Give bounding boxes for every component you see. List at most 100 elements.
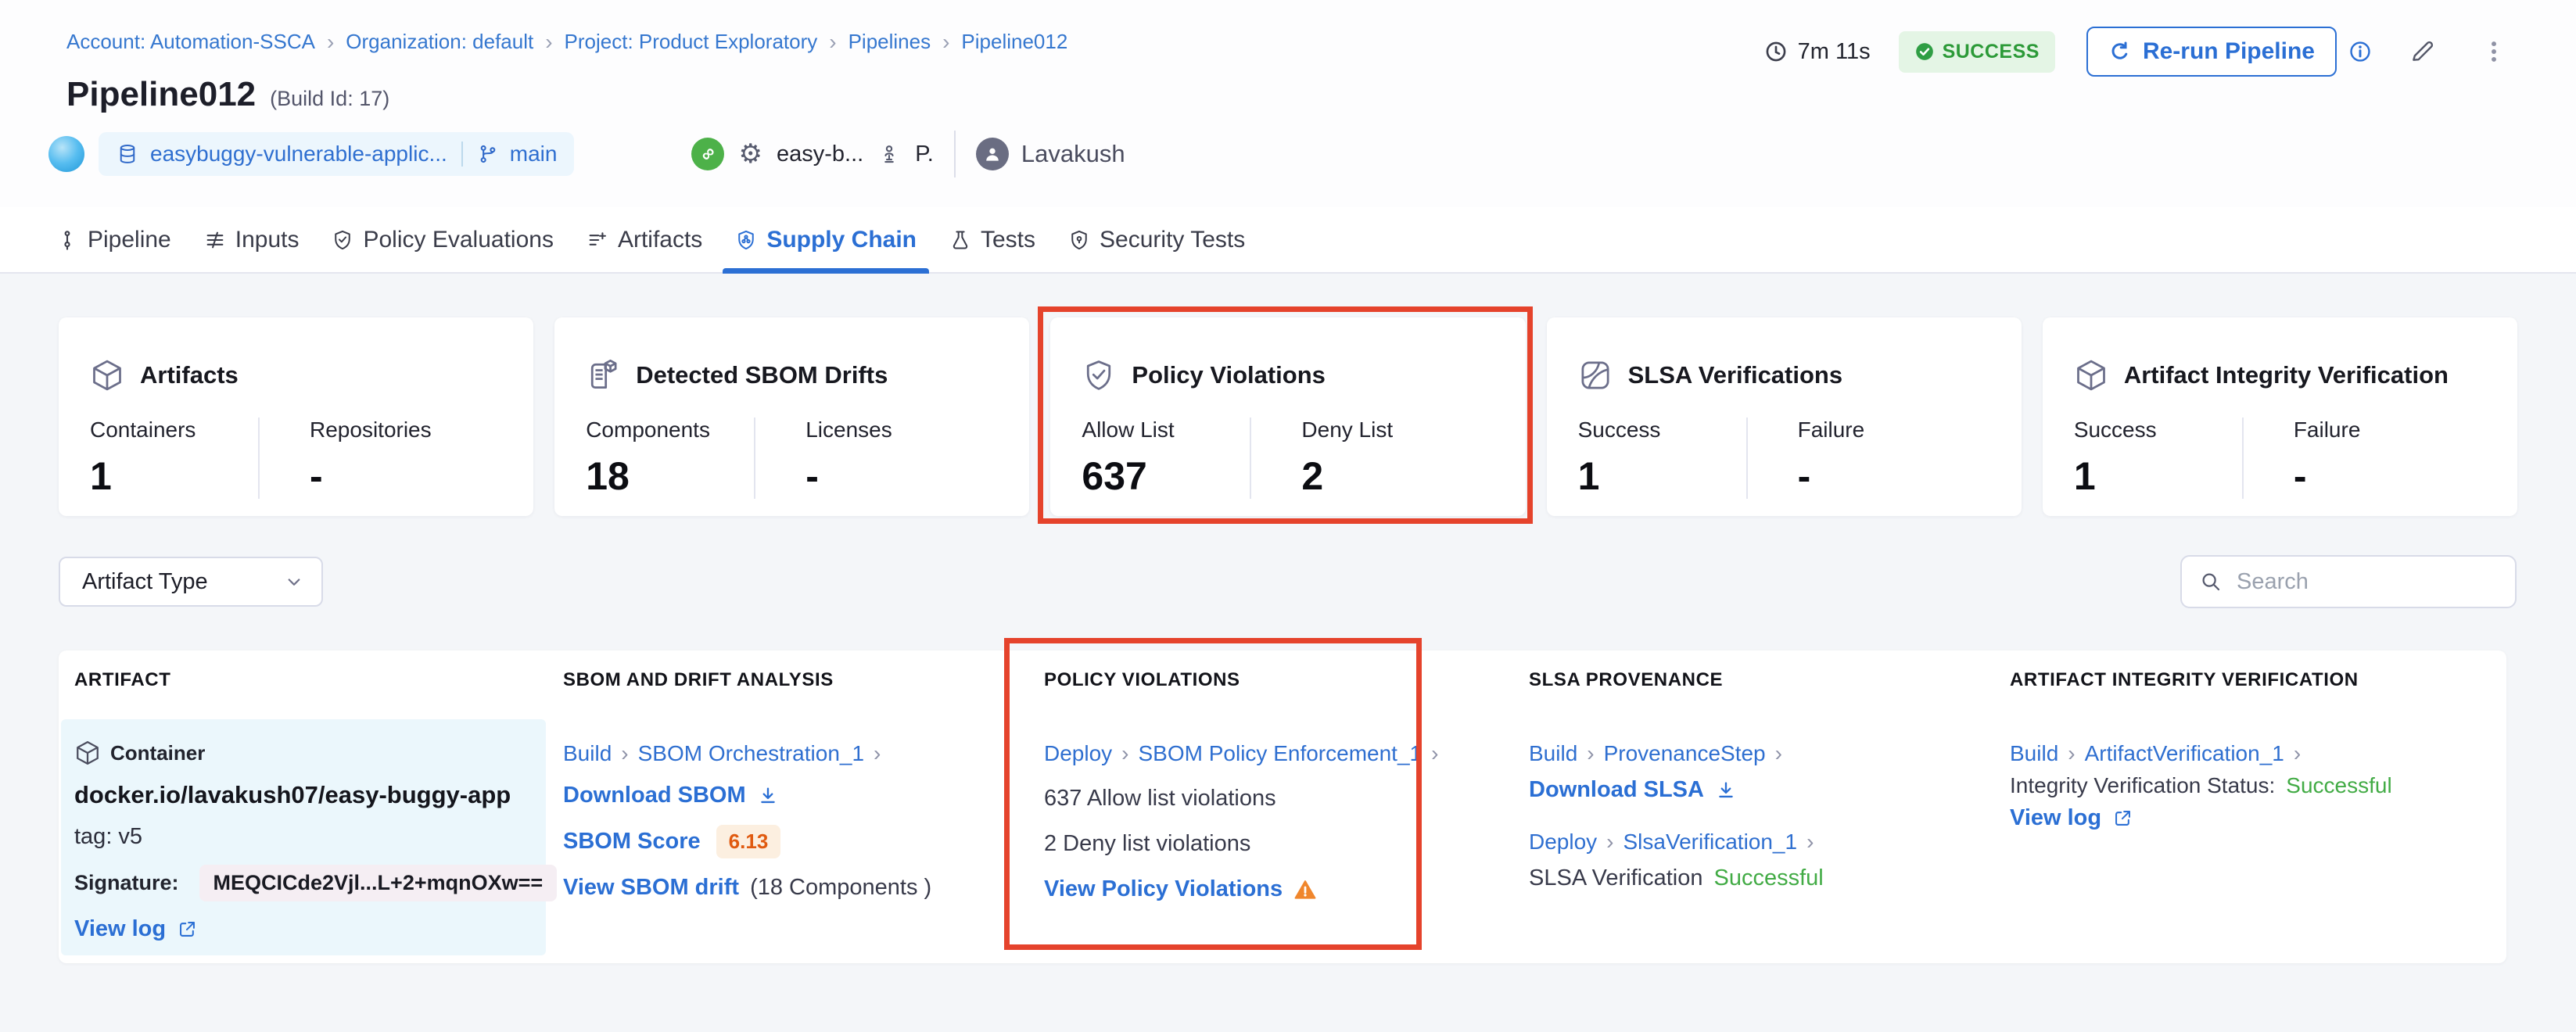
view-log-link[interactable]: View log — [74, 916, 166, 942]
pipeline-icon — [56, 229, 78, 251]
breadcrumb-separator: › — [327, 32, 334, 52]
stage-link-deploy[interactable]: Deploy — [1044, 741, 1112, 766]
stage-link-build[interactable]: Build — [2010, 741, 2058, 766]
user-name: Lavakush — [1021, 140, 1125, 168]
gear-icon: ⚙ — [738, 141, 762, 167]
view-log-link[interactable]: View log — [2010, 805, 2101, 831]
stat-label: Success — [1578, 417, 1746, 443]
stat-value: - — [2294, 453, 2361, 499]
cube-icon — [90, 358, 124, 392]
trigger-name[interactable]: easy-b... — [777, 142, 863, 167]
tab-pipeline[interactable]: Pipeline — [56, 207, 171, 272]
trigger-abbrev: P. — [915, 142, 934, 167]
external-link-icon — [2112, 808, 2133, 829]
stat-label: Licenses — [805, 417, 892, 443]
sbom-document-icon — [586, 358, 620, 392]
branch-name[interactable]: main — [510, 142, 558, 167]
chevron-separator: › — [1587, 741, 1594, 766]
tab-label: Pipeline — [88, 227, 171, 253]
status-badge: SUCCESS — [1899, 31, 2055, 73]
integrity-cell: Build › ArtifactVerification_1 › Integri… — [2010, 741, 2392, 831]
download-slsa-link[interactable]: Download SLSA — [1529, 777, 1704, 803]
stage-link-deploy[interactable]: Deploy — [1529, 830, 1597, 855]
download-icon — [757, 785, 779, 807]
tab-bar: Pipeline Inputs Policy Evaluations Artif… — [0, 207, 2576, 274]
tab-inputs[interactable]: Inputs — [204, 207, 300, 272]
column-header-policy-violations: POLICY VIOLATIONS — [1044, 669, 1240, 691]
step-link-sbom-orchestration[interactable]: SBOM Orchestration_1 — [638, 741, 864, 766]
card-artifacts: Artifacts Containers 1 Repositories - — [59, 317, 533, 516]
sbom-score-link[interactable]: SBOM Score — [563, 829, 701, 855]
view-policy-violations-link[interactable]: View Policy Violations — [1044, 876, 1283, 902]
tab-policy-evaluations[interactable]: Policy Evaluations — [332, 207, 553, 272]
step-link-provenance[interactable]: ProvenanceStep — [1604, 741, 1766, 766]
sbom-score-badge: 6.13 — [716, 825, 781, 858]
artifact-type-dropdown[interactable]: Artifact Type — [59, 557, 323, 607]
user-avatar — [976, 138, 1009, 170]
breadcrumb-organization[interactable]: Organization: default — [346, 30, 533, 54]
download-sbom-link[interactable]: Download SBOM — [563, 783, 746, 808]
build-id: (Build Id: 17) — [270, 87, 389, 111]
signature-value[interactable]: MEQCICde2Vjl...L+2+mqnOXw== — [199, 865, 558, 901]
breadcrumb-project[interactable]: Project: Product Exploratory — [565, 30, 818, 54]
step-link-slsa-verification[interactable]: SlsaVerification_1 — [1623, 830, 1798, 855]
slsa-status-value: Successful — [1713, 865, 1823, 891]
card-sbom-drifts: Detected SBOM Drifts Components 18 Licen… — [554, 317, 1029, 516]
chevron-separator: › — [2068, 741, 2075, 766]
stage-link-build[interactable]: Build — [563, 741, 612, 766]
chevron-separator: › — [874, 741, 881, 766]
repo-branch-pill[interactable]: easybuggy-vulnerable-applic... main — [99, 132, 574, 176]
edit-pencil-icon[interactable] — [2409, 38, 2435, 65]
sbom-cell: Build › SBOM Orchestration_1 › Download … — [563, 741, 931, 901]
artifacts-list-icon — [587, 229, 608, 251]
stat-value: - — [1798, 453, 1865, 499]
stat-label: Success — [2074, 417, 2242, 443]
step-link-artifact-verification[interactable]: ArtifactVerification_1 — [2085, 741, 2284, 766]
download-icon — [1715, 779, 1737, 801]
container-cube-icon — [74, 740, 101, 766]
search-box[interactable] — [2180, 555, 2517, 608]
tab-security-tests[interactable]: Security Tests — [1068, 207, 1245, 272]
trigger-user-icon — [877, 142, 901, 166]
tab-artifacts[interactable]: Artifacts — [587, 207, 702, 272]
info-icon[interactable] — [2348, 39, 2373, 64]
view-sbom-drift-link[interactable]: View SBOM drift — [563, 875, 739, 901]
stat-value: 637 — [1082, 453, 1250, 499]
more-options-kebab-icon[interactable] — [2481, 38, 2507, 65]
card-title: SLSA Verifications — [1628, 361, 1843, 389]
search-input[interactable] — [2237, 569, 2531, 595]
artifact-type-badge: Container — [110, 741, 205, 765]
tab-supply-chain[interactable]: Supply Chain — [735, 207, 917, 272]
repo-name[interactable]: easybuggy-vulnerable-applic... — [150, 142, 447, 167]
breadcrumb-pipelines[interactable]: Pipelines — [849, 30, 931, 54]
stat-label: Repositories — [310, 417, 432, 443]
stat-label: Allow List — [1082, 417, 1250, 443]
supply-chain-icon — [735, 229, 757, 251]
rerun-label: Re-run Pipeline — [2143, 38, 2315, 65]
cube-icon — [2074, 358, 2108, 392]
column-header-sbom: SBOM AND DRIFT ANALYSIS — [563, 669, 834, 691]
stat-label: Failure — [2294, 417, 2361, 443]
breadcrumb-separator: › — [942, 32, 949, 52]
shield-check-icon — [1082, 358, 1116, 392]
breadcrumb-pipeline012[interactable]: Pipeline012 — [961, 30, 1067, 54]
rerun-pipeline-button[interactable]: Re-run Pipeline — [2086, 27, 2337, 77]
allow-list-violations: 637 Allow list violations — [1044, 786, 1438, 812]
card-title: Artifacts — [140, 361, 239, 389]
step-link-policy-enforcement[interactable]: SBOM Policy Enforcement_1 — [1139, 741, 1423, 766]
card-title: Detected SBOM Drifts — [636, 361, 888, 389]
breadcrumb: Account: Automation-SSCA › Organization:… — [66, 30, 1067, 54]
artifact-type-label: Artifact Type — [82, 569, 208, 595]
tab-label: Artifacts — [618, 227, 702, 253]
breadcrumb-account[interactable]: Account: Automation-SSCA — [66, 30, 315, 54]
stage-link-build[interactable]: Build — [1529, 741, 1577, 766]
inputs-icon — [204, 229, 226, 251]
breadcrumb-separator: › — [829, 32, 836, 52]
stat-value: 1 — [2074, 453, 2242, 499]
tab-tests[interactable]: Tests — [949, 207, 1035, 272]
column-header-artifact: ARTIFACT — [74, 669, 170, 691]
artifact-cell: Container docker.io/lavakush07/easy-bugg… — [61, 719, 546, 955]
check-circle-icon — [1914, 41, 1935, 62]
chevron-down-icon — [282, 570, 306, 593]
chevron-separator: › — [2294, 741, 2301, 766]
